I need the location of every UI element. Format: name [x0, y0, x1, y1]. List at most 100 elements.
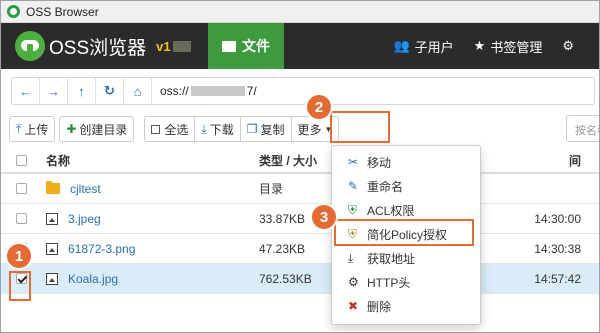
menu-item-acl[interactable]: ⛨ ACL权限 [332, 198, 480, 222]
address-bar: ← → ↑ ↻ ⌂ oss:// 7/ [11, 77, 595, 105]
gear-icon: ⚙ [348, 275, 359, 289]
file-type-size: 33.87KB [259, 211, 306, 226]
more-dropdown-menu: ✂ 移动 ✎ 重命名 ⛨ ACL权限 ⛨ 简化Policy授权 ⤓ 获取地址 ⚙… [331, 145, 481, 325]
scissors-icon: ✂ [348, 155, 359, 169]
download-button[interactable]: ⤓ 下载 [194, 116, 241, 142]
select-all-button[interactable]: 全选 [144, 116, 196, 142]
download-label: 下载 [209, 122, 234, 137]
more-label: 更多 [297, 122, 322, 137]
menu-item-delete[interactable]: ✖ 删除 [332, 294, 480, 318]
table-header: 名称 类型 / 大小 间 [1, 148, 599, 174]
redacted-version [172, 40, 191, 52]
file-name-link[interactable]: 3.jpeg [68, 212, 101, 226]
nav-bookmarks[interactable]: ★ 书签管理 [474, 37, 543, 56]
users-icon: 👥 [393, 38, 410, 53]
step-badge-2: 2 [307, 95, 331, 119]
row-checkbox[interactable] [15, 213, 27, 224]
upload-button[interactable]: ⤒ 上传 [9, 116, 56, 142]
table-row-selected[interactable]: Koala.jpg 762.53KB 14:57:42 [1, 264, 599, 294]
select-all-label: 全选 [164, 122, 189, 137]
cloud-logo-icon [15, 31, 45, 61]
checkbox-icon [151, 124, 161, 134]
file-type-size: 目录 [259, 182, 284, 196]
step-badge-1: 1 [7, 244, 31, 268]
create-dir-label: 创建目录 [79, 122, 128, 137]
forward-button[interactable]: → [40, 78, 68, 104]
header-time[interactable]: 间 [569, 154, 581, 168]
row-checkbox-checked[interactable] [15, 273, 27, 284]
table-row[interactable]: cjltest 目录 [1, 174, 599, 204]
gear-icon: ⚙ [562, 38, 574, 53]
oss-browser-window: OSS Browser OSS浏览器 v1 文件 👥 子用户 ★ 书签管理 ⚙ [0, 0, 600, 333]
up-button[interactable]: ↑ [68, 78, 96, 104]
create-dir-button[interactable]: ✚ 创建目录 [59, 116, 135, 142]
row-checkbox[interactable] [15, 183, 27, 194]
nav-sub-users-label: 子用户 [414, 39, 454, 55]
header-name[interactable]: 名称 [46, 152, 70, 169]
step-badge-3: 3 [312, 205, 336, 229]
nav-settings[interactable]: ⚙ [562, 38, 579, 54]
image-file-icon [46, 242, 58, 255]
shield-icon: ⛨ [348, 226, 358, 241]
nav-sub-users[interactable]: 👥 子用户 [393, 37, 453, 56]
file-name-link[interactable]: Koala.jpg [68, 272, 118, 286]
header-type-size[interactable]: 类型 / 大小 [259, 154, 317, 168]
table-row[interactable]: 3.jpeg 33.87KB 14:30:00 [1, 204, 599, 234]
image-file-icon [46, 212, 58, 225]
menu-item-get-url[interactable]: ⤓ 获取地址 [332, 246, 480, 270]
arrow-left-icon: ← [19, 83, 32, 99]
path-prefix: oss:// [160, 84, 189, 98]
arrow-up-icon: ↑ [78, 83, 85, 99]
close-icon: ✖ [348, 299, 359, 313]
tab-files[interactable]: 文件 [208, 23, 284, 69]
back-button[interactable]: ← [12, 78, 40, 104]
copy-icon: ❐ [246, 122, 258, 136]
file-time: 14:57:42 [534, 271, 581, 286]
menu-item-label: 简化Policy授权 [367, 227, 448, 242]
menu-item-label: 获取地址 [367, 251, 416, 266]
path-input[interactable]: oss:// 7/ [152, 84, 257, 98]
title-bar: OSS Browser [1, 1, 599, 23]
download-icon: ⤓ [348, 250, 354, 265]
copy-label: 复制 [260, 122, 285, 137]
menu-item-label: ACL权限 [367, 203, 415, 218]
search-input[interactable]: 按名称 [566, 115, 599, 142]
star-icon: ★ [473, 38, 486, 53]
select-all-checkbox[interactable] [15, 154, 27, 166]
table-row[interactable]: 61872-3.png 47.23KB 14:30:38 [1, 234, 599, 264]
file-type-size: 762.53KB [259, 271, 312, 286]
selection-button-group: 全选 ⤓ 下载 ❐ 复制 更多 ▼ [144, 116, 340, 142]
toolbar: ⤒ 上传 ✚ 创建目录 全选 ⤓ 下载 ❐ 复制 更多 ▼ 按名 [9, 115, 599, 143]
version-label: v1 [156, 38, 171, 54]
menu-item-label: HTTP头 [367, 275, 411, 290]
folder-icon [222, 40, 236, 52]
app-icon [7, 5, 20, 18]
menu-item-policy[interactable]: ⛨ 简化Policy授权 [332, 222, 480, 246]
menu-item-rename[interactable]: ✎ 重命名 [332, 174, 480, 198]
file-time: 14:30:00 [534, 211, 581, 226]
arrow-right-icon: → [47, 83, 60, 99]
folder-icon [46, 181, 60, 194]
file-name-link[interactable]: cjltest [70, 182, 101, 196]
path-suffix: 7/ [246, 84, 257, 98]
shield-icon: ⛨ [348, 202, 358, 217]
refresh-button[interactable]: ↻ [96, 78, 124, 104]
file-table: 名称 类型 / 大小 间 cjltest 目录 3.jpeg 33.87KB 1… [1, 148, 599, 294]
plus-icon: ✚ [66, 122, 77, 136]
download-icon: ⤓ [201, 121, 207, 136]
logo-text: OSS浏览器 [49, 37, 147, 59]
redacted-bucket [190, 86, 245, 96]
caret-down-icon: ▼ [324, 124, 333, 134]
refresh-icon: ↻ [104, 83, 115, 98]
menu-item-move[interactable]: ✂ 移动 [332, 150, 480, 174]
upload-label: 上传 [24, 122, 49, 137]
menu-item-label: 删除 [367, 299, 392, 314]
menu-item-http-headers[interactable]: ⚙ HTTP头 [332, 270, 480, 294]
logo[interactable]: OSS浏览器 v1 [1, 23, 208, 69]
more-button[interactable]: 更多 ▼ [290, 116, 340, 142]
menu-item-label: 移动 [367, 155, 392, 170]
home-icon: ⌂ [133, 83, 142, 99]
copy-button[interactable]: ❐ 复制 [239, 116, 292, 142]
home-button[interactable]: ⌂ [124, 78, 152, 104]
file-name-link[interactable]: 61872-3.png [68, 242, 135, 256]
